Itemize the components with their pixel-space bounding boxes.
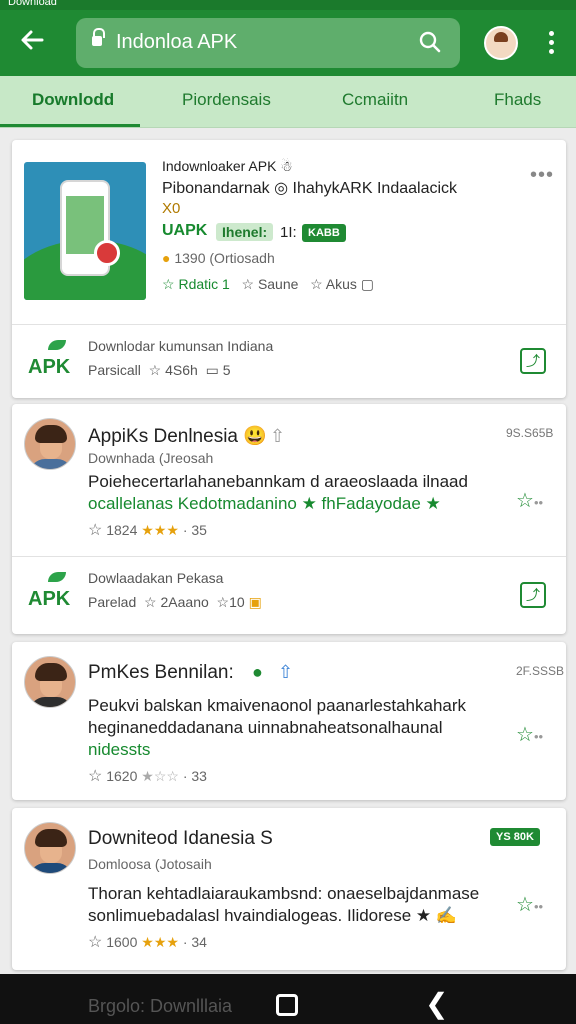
tab-piordensais[interactable]: Piordensais xyxy=(182,90,271,110)
favorite-star-icon[interactable]: ☆•• xyxy=(516,892,543,917)
avatar[interactable] xyxy=(24,656,76,708)
post-time: 9S.S65B xyxy=(506,426,554,440)
post-chip: YS 80K xyxy=(490,828,540,846)
open-button[interactable]: ⤴ xyxy=(520,582,546,608)
featured-line1: Indownloaker APK ☃ xyxy=(162,158,293,174)
post-bottom-line2: Parelad ☆ 2Aaano ☆10 ▣ xyxy=(88,594,262,610)
app-thumbnail[interactable] xyxy=(24,162,146,300)
post-sub: Domloosa (Jotosaih xyxy=(88,856,212,872)
featured-meta: ● 1390 (Ortiosadh xyxy=(162,250,275,266)
search-icon[interactable] xyxy=(418,30,442,54)
featured-line2: Pibonandarnak ◎ IhahykARK Indaalacick xyxy=(162,180,458,197)
star-icon: ☆ xyxy=(88,934,103,951)
post-card[interactable]: Downiteod Idanesia S YS 80K Domloosa (Jo… xyxy=(12,808,566,970)
featured-line3: X0 xyxy=(162,200,181,217)
tab-fhads[interactable]: Fhads xyxy=(494,90,541,110)
nav-back-button[interactable]: ❮ xyxy=(425,987,448,1020)
app-bar: Indonloa APK xyxy=(0,10,576,76)
post-stats: ☆ 1824 ★★★ · 35 xyxy=(88,522,207,539)
system-nav-bar: Brgolo: Downlllaia ❮ xyxy=(0,974,576,1024)
peek-text: Brgolo: Downlllaia xyxy=(88,996,233,1016)
post-body-line2: ocallelanas Kedotmadanino ★ fhFadayodae … xyxy=(88,494,441,513)
avatar[interactable] xyxy=(24,418,76,470)
featured-chip: KABB xyxy=(302,224,346,242)
recents-button[interactable] xyxy=(276,994,298,1016)
chat-icon: ● xyxy=(252,662,263,682)
post-time: 2F.SSSB xyxy=(516,664,565,678)
more-options-icon[interactable]: ••• xyxy=(530,164,554,187)
active-tab-indicator xyxy=(0,124,140,127)
tab-ccmaiitn[interactable]: Ccmaiitn xyxy=(342,90,408,110)
post-body-line2: sonlimuebadalasl hvaindialogeas. Ilidore… xyxy=(88,906,458,925)
apk-logo: APK xyxy=(28,340,74,382)
akus-action[interactable]: ☆ Akus ▢ xyxy=(310,276,374,292)
post-card[interactable]: PmKes Bennilan: ● ⇧ 2F.SSSB Peukvi balsk… xyxy=(12,642,566,800)
post-body-line1: Thoran kehtadlaiaraukambsnd: onaeselbajd… xyxy=(88,884,480,903)
featured-count: 1I: xyxy=(280,224,297,241)
featured-pill: Ihenel: xyxy=(216,223,274,241)
post-sub: Downhada (Jreosah xyxy=(88,450,214,466)
more-vert-icon[interactable] xyxy=(544,28,558,58)
open-button[interactable]: ⤴ xyxy=(520,348,546,374)
back-arrow-icon[interactable] xyxy=(18,26,50,58)
favorite-star-icon[interactable]: ☆•• xyxy=(516,488,543,513)
save-action[interactable]: ☆ Saune xyxy=(241,276,298,292)
coin-icon: ● xyxy=(162,250,175,266)
lock-icon xyxy=(92,28,105,48)
share-icon[interactable]: ⇧ xyxy=(270,426,285,447)
upload-icon[interactable]: ⇧ xyxy=(278,662,293,683)
featured-bottom-line1: Downlodar kumunsan Indiana xyxy=(88,338,274,354)
post-body-line2: heginaneddadanana uinnabnaheatsonalhauna… xyxy=(88,718,443,737)
avatar[interactable] xyxy=(24,822,76,874)
post-body-line1: Poiehecertarlahanebannkam d araeoslaada … xyxy=(88,472,468,491)
star-icon: ☆ xyxy=(88,768,103,785)
post-stats: ☆ 1620 ★☆☆ · 33 xyxy=(88,768,207,785)
featured-app-card[interactable]: Indownloaker APK ☃ Pibonandarnak ◎ Ihahy… xyxy=(12,140,566,398)
tab-bar: Downlodd Piordensais Ccmaiitn Fhads xyxy=(0,76,576,128)
post-bottom-line1: Dowlaadakan Pekasa xyxy=(88,570,224,586)
post-card[interactable]: AppiKs Denlnesia 😃 ⇧ 9S.S65B Downhada (J… xyxy=(12,404,566,634)
star-icon: ☆ xyxy=(88,522,103,539)
post-stats: ☆ 1600 ★★★ · 34 xyxy=(88,934,207,951)
post-body-line1: Peukvi balskan kmaivenaonol paanarlestah… xyxy=(88,696,467,715)
post-body-line3: nidessts xyxy=(88,740,151,759)
apk-logo: APK xyxy=(28,572,74,614)
search-bar[interactable]: Indonloa APK xyxy=(76,18,460,68)
post-author[interactable]: AppiKs Denlnesia 😃 xyxy=(88,424,267,448)
divider xyxy=(12,556,566,557)
favorite-star-icon[interactable]: ☆•• xyxy=(516,722,543,747)
search-input[interactable]: Indonloa APK xyxy=(116,31,237,54)
featured-actions: ☆ Rdatic 1 ☆ Saune ☆ Akus ▢ xyxy=(162,276,374,293)
divider xyxy=(12,324,566,325)
featured-title: UAPK xyxy=(162,222,208,239)
featured-bottom-line2: Parsicall ☆ 4S6h ▭ 5 xyxy=(88,362,231,378)
profile-avatar[interactable] xyxy=(484,26,518,60)
post-author[interactable]: PmKes Bennilan: xyxy=(88,662,234,684)
status-left-text: Download xyxy=(8,0,57,8)
status-bar: Download xyxy=(0,0,576,10)
tab-download[interactable]: Downlodd xyxy=(32,90,114,110)
rate-action[interactable]: ☆ Rdatic 1 xyxy=(162,276,230,292)
post-author[interactable]: Downiteod Idanesia S xyxy=(88,828,273,850)
